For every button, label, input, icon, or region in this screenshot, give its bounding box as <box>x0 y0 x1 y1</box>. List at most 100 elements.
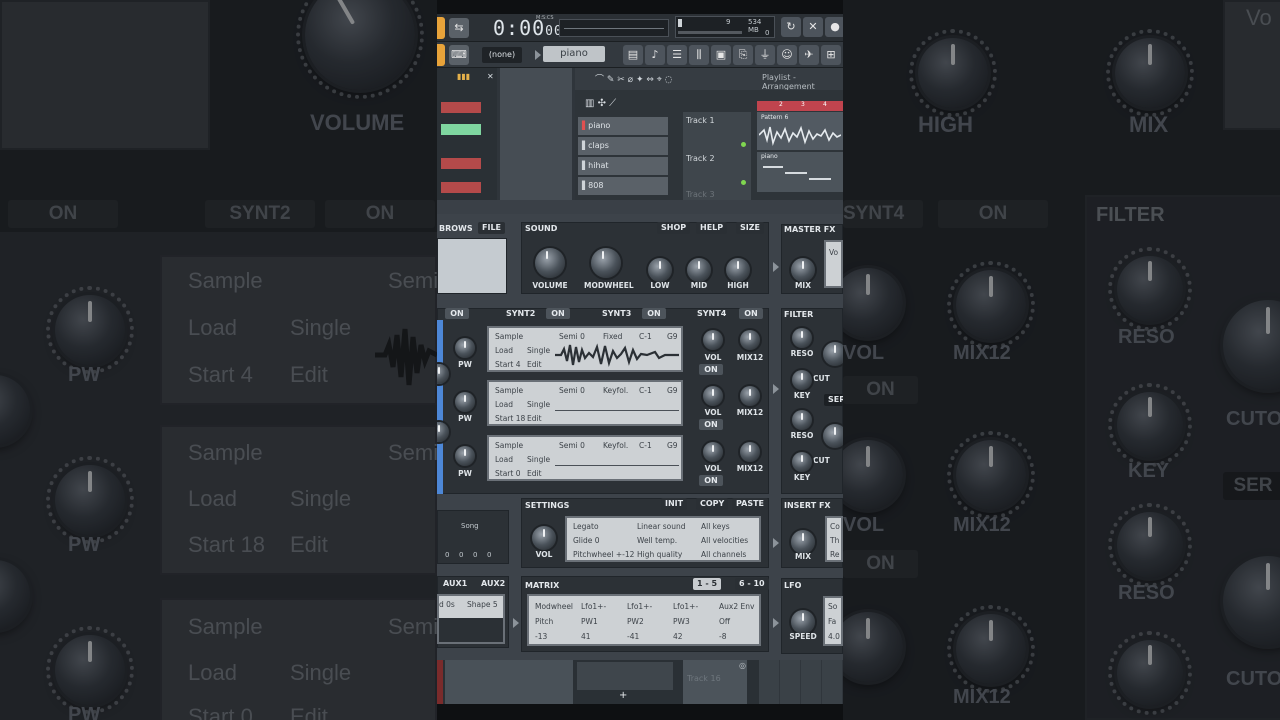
step-row-3[interactable] <box>441 158 481 169</box>
osc1-single[interactable]: Single <box>527 346 550 355</box>
channel-808[interactable]: ▌808 <box>578 177 668 195</box>
synt3-on-button[interactable]: ON <box>642 308 666 319</box>
osc2-semi[interactable]: Semi 0 <box>559 386 585 395</box>
setting-pitchwheel[interactable]: Pitchwheel +-12 <box>573 550 634 559</box>
osc1-display[interactable]: Sample Semi 0 Fixed C-1 G9 Load Single S… <box>487 326 683 372</box>
pattern-song-icon[interactable]: ⇆ <box>449 18 469 38</box>
osc3-start[interactable]: Start 0 <box>495 469 520 478</box>
record-person-icon[interactable]: ☺ <box>777 45 797 65</box>
osc3-on-button[interactable]: ON <box>699 475 723 486</box>
channel-piano[interactable]: ▌piano <box>578 117 668 135</box>
osc3-sample[interactable]: Sample <box>495 441 523 450</box>
track-2-label[interactable]: Track 2 <box>686 154 715 163</box>
export-icon[interactable]: ✈ <box>799 45 819 65</box>
osc3-mix12-knob[interactable] <box>740 442 760 462</box>
insert-fx-display[interactable]: Co Th Re <box>825 516 843 562</box>
osc2-high-key[interactable]: G9 <box>667 386 678 395</box>
browser-icon[interactable]: ▣ <box>711 45 731 65</box>
setting-high-quality[interactable]: High quality <box>637 550 682 559</box>
bottom-grid[interactable] <box>759 660 843 704</box>
bottom-track-settings-icon[interactable]: ◎ <box>739 661 746 670</box>
typing-keyboard-icon[interactable]: ⌨ <box>449 45 469 65</box>
matrix-dest-1[interactable]: Pitch <box>535 617 553 626</box>
osc3-high-key[interactable]: G9 <box>667 441 678 450</box>
matrix-dest-4[interactable]: PW3 <box>673 617 690 626</box>
osc3-edit[interactable]: Edit <box>527 469 542 478</box>
osc1-edit[interactable]: Edit <box>527 360 542 369</box>
osc3-low-key[interactable]: C-1 <box>639 441 652 450</box>
aux-shape[interactable]: Shape 5 <box>467 600 498 609</box>
volume-knob[interactable] <box>535 248 565 278</box>
mid-knob[interactable] <box>687 258 711 282</box>
osc3-single[interactable]: Single <box>527 455 550 464</box>
matrix-src-3[interactable]: Lfo1+- <box>627 602 652 611</box>
osc2-single[interactable]: Single <box>527 400 550 409</box>
shop-button[interactable]: SHOP <box>657 222 691 234</box>
osc3-vol-knob[interactable] <box>703 442 723 462</box>
instrument-selector[interactable]: piano <box>543 46 605 62</box>
playlist-icon[interactable]: ▤ <box>623 45 643 65</box>
add-track-button[interactable]: + <box>619 690 627 701</box>
osc1-load[interactable]: Load <box>495 346 513 355</box>
track-2-led[interactable] <box>741 180 746 185</box>
synt2-on-button[interactable]: ON <box>546 308 570 319</box>
osc2-pw-knob[interactable] <box>455 392 475 412</box>
aux-display[interactable]: d 0s Shape 5 <box>437 594 505 644</box>
plugin-icon[interactable]: ⏚ <box>755 45 775 65</box>
matrix-dest-3[interactable]: PW2 <box>627 617 644 626</box>
size-button[interactable]: SIZE <box>736 222 765 234</box>
matrix-src-1[interactable]: Modwheel <box>535 602 573 611</box>
osc1-high-key[interactable]: G9 <box>667 332 678 341</box>
osc1-on-button[interactable]: ON <box>699 364 723 375</box>
clip-pattern-6[interactable]: Pattern 6 <box>757 112 843 150</box>
aux-delay[interactable]: d 0s <box>439 600 455 609</box>
matrix-page-6-10[interactable]: 6 - 10 <box>735 578 769 590</box>
high-knob[interactable] <box>726 258 750 282</box>
low-knob[interactable] <box>648 258 672 282</box>
osc1-vol-knob[interactable] <box>703 330 723 350</box>
timeline-ruler[interactable]: 2 3 4 <box>757 101 843 111</box>
refresh-icon[interactable]: ↻ <box>781 17 801 37</box>
init-button[interactable]: INIT <box>661 498 688 510</box>
mixer-icon[interactable]: ⫼ <box>689 45 709 65</box>
pattern-selector[interactable]: (none) <box>482 47 522 63</box>
setting-all-velocities[interactable]: All velocities <box>701 536 748 545</box>
master-mix-knob[interactable] <box>791 258 815 282</box>
bottom-pads[interactable] <box>445 660 573 704</box>
piano-roll-mini-icons[interactable]: ▥ ✣ ⟋ <box>585 98 616 109</box>
filter-serial-button[interactable]: SER <box>824 394 843 406</box>
osc2-low-key[interactable]: C-1 <box>639 386 652 395</box>
osc2-sample[interactable]: Sample <box>495 386 523 395</box>
settings-vol-knob[interactable] <box>532 526 556 550</box>
mixer-toggle-icon[interactable]: ✕ <box>803 17 823 37</box>
rack-close-icon[interactable]: ✕ <box>487 72 494 81</box>
osc3-display[interactable]: Sample Semi 0 Keyfol. C-1 G9 Load Single… <box>487 435 683 481</box>
matrix-src-2[interactable]: Lfo1+- <box>581 602 606 611</box>
matrix-dest-5[interactable]: Off <box>719 617 730 626</box>
aux2-label[interactable]: AUX2 <box>481 579 505 588</box>
channel-claps[interactable]: ▌claps <box>578 137 668 155</box>
step-row-1[interactable] <box>441 102 481 113</box>
setting-linear-sound[interactable]: Linear sound <box>637 522 685 531</box>
osc1-sample[interactable]: Sample <box>495 332 523 341</box>
clip-piano[interactable]: piano <box>757 152 843 192</box>
synt4-on-button[interactable]: ON <box>739 308 763 319</box>
osc2-display[interactable]: Sample Semi 0 Keyfol. C-1 G9 Load Single… <box>487 380 683 426</box>
menu-tab[interactable] <box>437 17 445 39</box>
osc2-start[interactable]: Start 18 <box>495 414 525 423</box>
osc1-semi[interactable]: Semi 0 <box>559 332 585 341</box>
bottom-track-header[interactable]: Track 16 ◎ <box>683 660 747 704</box>
cart-icon[interactable]: ⊞ <box>821 45 841 65</box>
setting-all-channels[interactable]: All channels <box>701 550 746 559</box>
channel-hihat[interactable]: ▌hihat <box>578 157 668 175</box>
microphone-icon[interactable]: ● <box>825 17 843 37</box>
osc3-semi[interactable]: Semi 0 <box>559 441 585 450</box>
osc1-mix12-knob[interactable] <box>740 330 760 350</box>
filter1-reso-knob[interactable] <box>792 328 812 348</box>
track-1-led[interactable] <box>741 142 746 147</box>
osc1-mode[interactable]: Fixed <box>603 332 622 341</box>
filter1-key-knob[interactable] <box>792 370 812 390</box>
osc1-pw-knob[interactable] <box>455 338 475 358</box>
copy-button[interactable]: COPY <box>696 498 729 510</box>
matrix-dest-2[interactable]: PW1 <box>581 617 598 626</box>
